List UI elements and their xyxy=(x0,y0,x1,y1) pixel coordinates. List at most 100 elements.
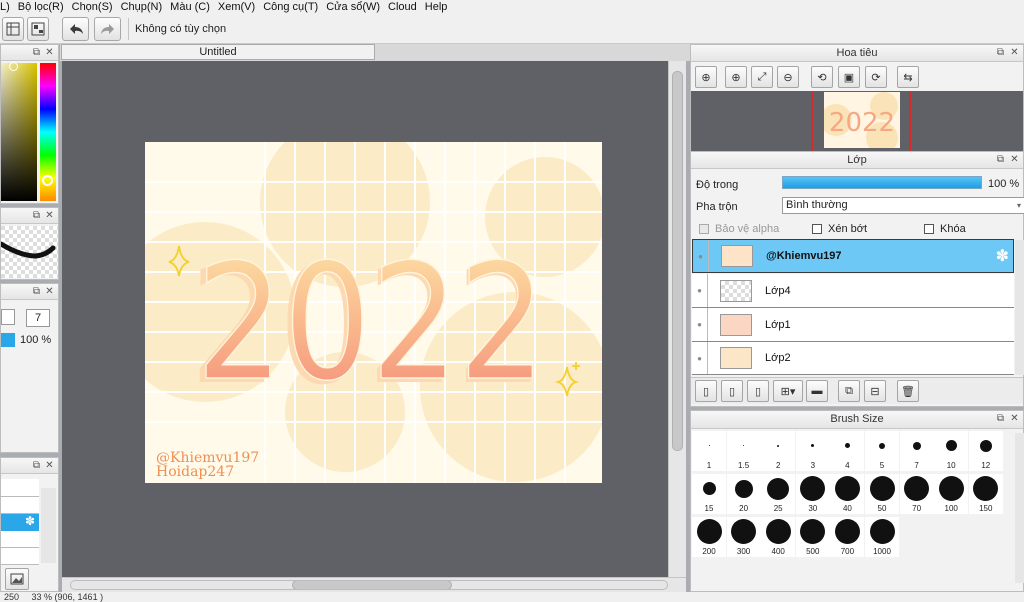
zoom-in-button[interactable]: ⊕ xyxy=(725,66,747,88)
brush-size-option[interactable]: 3 xyxy=(795,431,830,471)
brush-size-option[interactable]: 2 xyxy=(761,431,796,471)
add-layer-menu-button[interactable]: ⊞▾ xyxy=(773,380,803,402)
hue-slider-handle[interactable] xyxy=(42,175,53,186)
delete-layer-button[interactable]: 🗑 xyxy=(897,380,919,402)
canvas-horizontal-scrollbar[interactable] xyxy=(62,577,686,592)
layer-visibility-icon[interactable]: ● xyxy=(692,308,708,341)
grid-view-button[interactable] xyxy=(2,17,24,41)
brush-size-option[interactable]: 50 xyxy=(865,474,899,514)
menu-item-cloud[interactable]: Cloud xyxy=(388,1,417,13)
brush-size-option[interactable]: 200 xyxy=(692,517,726,557)
close-icon[interactable]: ✕ xyxy=(44,286,55,297)
menu-item-help[interactable]: Help xyxy=(425,1,448,13)
close-icon[interactable]: ✕ xyxy=(44,460,55,471)
menu-item-tools[interactable]: Công cụ(T) xyxy=(263,1,318,13)
brush-size-slider[interactable] xyxy=(1,309,15,325)
brush-size-option[interactable]: 1 xyxy=(692,431,726,471)
float-icon[interactable]: ⧉ xyxy=(31,47,42,58)
color-picker-cursor[interactable] xyxy=(9,62,18,71)
rotate-left-button[interactable]: ⟲ xyxy=(811,66,833,88)
brush-size-option[interactable]: 40 xyxy=(830,474,865,514)
brush-size-option[interactable]: 150 xyxy=(968,474,1003,514)
new-layer-button[interactable]: ▯ xyxy=(695,380,717,402)
flip-button[interactable]: ⇆ xyxy=(897,66,919,88)
layout-button[interactable] xyxy=(27,17,49,41)
float-icon[interactable]: ⧉ xyxy=(995,413,1006,424)
blend-mode-select[interactable]: Bình thường ▾ xyxy=(782,197,1024,214)
new-vector-layer-button[interactable]: ▯ xyxy=(721,380,743,402)
float-icon[interactable]: ⧉ xyxy=(995,154,1006,165)
brush-size-field[interactable]: 7 xyxy=(26,309,50,327)
reset-view-button[interactable]: ▣ xyxy=(838,66,860,88)
clipping-checkbox[interactable]: Xén bớt xyxy=(812,223,867,235)
brush-size-option[interactable]: 20 xyxy=(726,474,761,514)
menu-item-filter[interactable]: Bộ lọc(R) xyxy=(18,1,64,13)
list-scrollbar[interactable] xyxy=(41,488,56,563)
undo-button[interactable] xyxy=(62,17,89,41)
float-icon[interactable]: ⧉ xyxy=(31,286,42,297)
layer-opacity-slider[interactable] xyxy=(782,176,982,189)
brush-size-option[interactable]: 70 xyxy=(899,474,934,514)
layer-list-scrollbar[interactable] xyxy=(1015,240,1024,375)
list-item[interactable] xyxy=(1,548,39,565)
close-icon[interactable]: ✕ xyxy=(1009,47,1020,58)
brush-size-option[interactable]: 4 xyxy=(830,431,865,471)
layer-visibility-icon[interactable]: ● xyxy=(692,342,708,374)
brush-size-option[interactable]: 30 xyxy=(795,474,830,514)
brush-size-option[interactable]: 700 xyxy=(830,517,865,557)
vertical-scroll-thumb[interactable] xyxy=(672,71,683,451)
layer-row-lop2[interactable]: ● Lớp2 xyxy=(692,342,1014,375)
float-icon[interactable]: ⧉ xyxy=(31,460,42,471)
brush-size-option[interactable]: 100 xyxy=(934,474,969,514)
brush-size-option[interactable]: 5 xyxy=(865,431,899,471)
list-item[interactable] xyxy=(1,479,39,497)
layer-visibility-icon[interactable]: ● xyxy=(692,274,708,307)
brush-size-option[interactable]: 12 xyxy=(968,431,1003,471)
menu-item-color[interactable]: Màu (C) xyxy=(170,1,210,13)
menu-item-select[interactable]: Chọn(S) xyxy=(72,1,113,13)
protect-alpha-checkbox[interactable]: Bảo vệ alpha xyxy=(699,223,779,235)
duplicate-layer-button[interactable]: ⧉ xyxy=(838,380,860,402)
close-icon[interactable]: ✕ xyxy=(1009,154,1020,165)
redo-button[interactable] xyxy=(94,17,121,41)
saturation-value-square[interactable] xyxy=(1,63,37,201)
new-1bit-layer-button[interactable]: ▯ xyxy=(747,380,769,402)
layer-row-lop1[interactable]: ● Lớp1 xyxy=(692,308,1014,342)
zoom-out-button[interactable]: ⊖ xyxy=(777,66,799,88)
zoom-actual-button[interactable]: ⊕ xyxy=(695,66,717,88)
lock-checkbox[interactable]: Khóa xyxy=(924,223,966,235)
brush-size-option[interactable]: 25 xyxy=(761,474,796,514)
brush-size-scrollbar[interactable] xyxy=(1015,433,1024,583)
float-icon[interactable]: ⧉ xyxy=(31,210,42,221)
menu-item-layer[interactable]: L) xyxy=(0,1,10,13)
close-icon[interactable]: ✕ xyxy=(1009,413,1020,424)
gear-icon[interactable]: ✽ xyxy=(996,246,1009,266)
add-tool-button[interactable] xyxy=(5,568,29,590)
brush-size-option[interactable]: 400 xyxy=(761,517,796,557)
menu-item-view[interactable]: Xem(V) xyxy=(218,1,255,13)
brush-size-option[interactable]: 15 xyxy=(692,474,726,514)
gear-icon[interactable]: ✽ xyxy=(25,514,35,528)
merge-layer-button[interactable]: ⊟ xyxy=(864,380,886,402)
document-canvas[interactable]: 2022 2022 @Khiemvu197 Hoidap247 xyxy=(145,142,602,483)
list-item[interactable] xyxy=(1,531,39,548)
rotate-right-button[interactable]: ⟳ xyxy=(865,66,887,88)
tab-untitled[interactable]: Untitled xyxy=(61,44,375,60)
brush-size-option[interactable]: 10 xyxy=(934,431,969,471)
fit-window-button[interactable]: ⤢ xyxy=(751,66,773,88)
opacity-slider[interactable] xyxy=(1,333,15,347)
list-item[interactable] xyxy=(1,497,39,514)
menu-item-capture[interactable]: Chụp(N) xyxy=(121,1,163,13)
close-icon[interactable]: ✕ xyxy=(44,210,55,221)
new-folder-button[interactable]: ▬ xyxy=(806,380,828,402)
layer-visibility-icon[interactable]: ● xyxy=(693,240,709,272)
brush-size-option[interactable]: 1000 xyxy=(865,517,899,557)
float-icon[interactable]: ⧉ xyxy=(995,47,1006,58)
close-icon[interactable]: ✕ xyxy=(44,47,55,58)
brush-size-option[interactable]: 500 xyxy=(795,517,830,557)
layer-row-khiemvu197[interactable]: ● @Khiemvu197 ✽ xyxy=(692,239,1014,273)
menu-item-window[interactable]: Cửa sổ(W) xyxy=(326,1,380,13)
layer-row-lop4[interactable]: ● Lớp4 xyxy=(692,274,1014,308)
brush-size-option[interactable]: 300 xyxy=(726,517,761,557)
brush-size-option[interactable]: 7 xyxy=(899,431,934,471)
